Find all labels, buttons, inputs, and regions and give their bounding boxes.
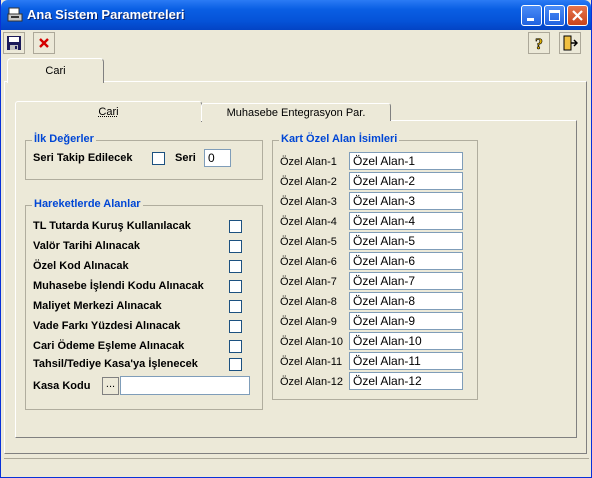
hareket-item-label: Vade Farkı Yüzdesi Alınacak xyxy=(33,320,181,332)
ozel-alan-input[interactable]: Özel Alan-8 xyxy=(349,292,463,310)
minimize-icon xyxy=(527,18,534,21)
hareket-item-label: Tahsil/Tediye Kasa'ya İşlenecek xyxy=(33,358,198,370)
maximize-button[interactable] xyxy=(544,5,565,26)
tab-label: Cari xyxy=(98,106,119,118)
hareket-item-checkbox[interactable] xyxy=(229,220,242,233)
ozel-alan-label: Özel Alan-12 xyxy=(280,376,343,388)
ozel-alan-input[interactable]: Özel Alan-7 xyxy=(349,272,463,290)
delete-icon xyxy=(39,38,49,48)
tab-cari-outer[interactable]: Cari xyxy=(7,58,104,83)
hareket-item-label: Maliyet Merkezi Alınacak xyxy=(33,300,162,312)
hareket-item-checkbox[interactable] xyxy=(229,260,242,273)
app-window: Ana Sistem Parametreleri ? Cari Cari Muh… xyxy=(0,0,592,478)
hareket-item-label: Cari Ödeme Eşleme Alınacak xyxy=(33,340,185,352)
ozel-alan-input[interactable]: Özel Alan-11 xyxy=(349,352,463,370)
ozel-alan-input[interactable]: Özel Alan-12 xyxy=(349,372,463,390)
tab-label: Muhasebe Entegrasyon Par. xyxy=(226,107,366,119)
seri-label: Seri xyxy=(175,152,196,164)
ozel-alan-input[interactable]: Özel Alan-4 xyxy=(349,212,463,230)
status-bar xyxy=(4,458,589,473)
seri-takip-checkbox[interactable] xyxy=(152,152,165,165)
ozel-alan-label: Özel Alan-9 xyxy=(280,316,337,328)
delete-button[interactable] xyxy=(33,32,55,54)
ozel-alan-label: Özel Alan-3 xyxy=(280,196,337,208)
help-button[interactable]: ? xyxy=(528,32,550,54)
hareket-item-label: Muhasebe İşlendi Kodu Alınacak xyxy=(33,280,204,292)
title-bar: Ana Sistem Parametreleri xyxy=(1,0,591,30)
ozel-alan-input[interactable]: Özel Alan-6 xyxy=(349,252,463,270)
hareket-item-label: Valör Tarihi Alınacak xyxy=(33,240,140,252)
ozel-alan-input[interactable]: Özel Alan-2 xyxy=(349,172,463,190)
hareket-item-label: TL Tutarda Kuruş Kullanılacak xyxy=(33,220,191,232)
kasa-kodu-input[interactable] xyxy=(120,376,250,395)
hareket-item-checkbox[interactable] xyxy=(229,280,242,293)
toolbar: ? xyxy=(1,30,591,56)
exit-button[interactable] xyxy=(559,32,581,54)
hareket-item-checkbox[interactable] xyxy=(229,340,242,353)
ozel-alan-input[interactable]: Özel Alan-3 xyxy=(349,192,463,210)
minimize-button[interactable] xyxy=(521,5,542,26)
app-icon xyxy=(7,7,23,22)
save-icon xyxy=(7,36,21,50)
hareket-item-checkbox[interactable] xyxy=(229,240,242,253)
save-button[interactable] xyxy=(3,32,25,54)
ozel-alan-label: Özel Alan-7 xyxy=(280,276,337,288)
seri-input[interactable]: 0 xyxy=(204,149,231,167)
hareket-item-checkbox[interactable] xyxy=(229,358,242,371)
ozel-alan-label: Özel Alan-10 xyxy=(280,336,343,348)
exit-icon xyxy=(563,35,578,51)
ozel-alan-input[interactable]: Özel Alan-1 xyxy=(349,152,463,170)
ozel-alan-label: Özel Alan-11 xyxy=(280,356,343,368)
window-title: Ana Sistem Parametreleri xyxy=(27,7,185,22)
group-title: Hareketlerde Alanlar xyxy=(32,198,143,210)
help-icon: ? xyxy=(535,36,544,51)
ozel-alan-label: Özel Alan-4 xyxy=(280,216,337,228)
close-button[interactable] xyxy=(567,5,588,26)
tab-muhasebe-entegrasyon[interactable]: Muhasebe Entegrasyon Par. xyxy=(201,103,391,121)
kasa-kodu-label: Kasa Kodu xyxy=(33,380,91,392)
group-title: Kart Özel Alan İsimleri xyxy=(279,133,400,145)
svg-text:?: ? xyxy=(535,36,543,51)
ozel-alan-input[interactable]: Özel Alan-10 xyxy=(349,332,463,350)
ozel-alan-label: Özel Alan-1 xyxy=(280,156,337,168)
ozel-alan-input[interactable]: Özel Alan-5 xyxy=(349,232,463,250)
tab-label: Cari xyxy=(45,65,66,77)
ozel-alan-label: Özel Alan-2 xyxy=(280,176,337,188)
ozel-alan-label: Özel Alan-8 xyxy=(280,296,337,308)
ozel-alan-label: Özel Alan-6 xyxy=(280,256,337,268)
hareket-item-checkbox[interactable] xyxy=(229,300,242,313)
kasa-kodu-browse-button[interactable]: ... xyxy=(102,377,119,395)
seri-takip-label: Seri Takip Edilecek xyxy=(33,152,133,164)
ozel-alan-input[interactable]: Özel Alan-9 xyxy=(349,312,463,330)
hareket-item-label: Özel Kod Alınacak xyxy=(33,260,129,272)
group-title: İlk Değerler xyxy=(32,133,96,145)
ozel-alan-label: Özel Alan-5 xyxy=(280,236,337,248)
tab-cari-inner[interactable]: Cari xyxy=(15,101,202,122)
hareket-item-checkbox[interactable] xyxy=(229,320,242,333)
maximize-icon xyxy=(549,10,560,21)
close-icon xyxy=(572,10,583,21)
